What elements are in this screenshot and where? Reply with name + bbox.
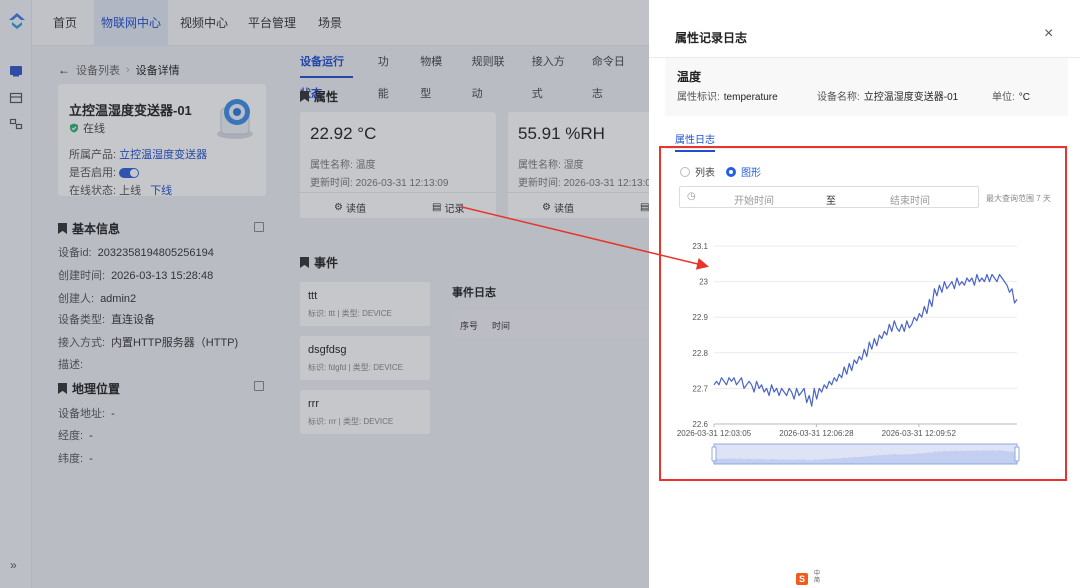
annotation-arrow <box>461 206 709 270</box>
